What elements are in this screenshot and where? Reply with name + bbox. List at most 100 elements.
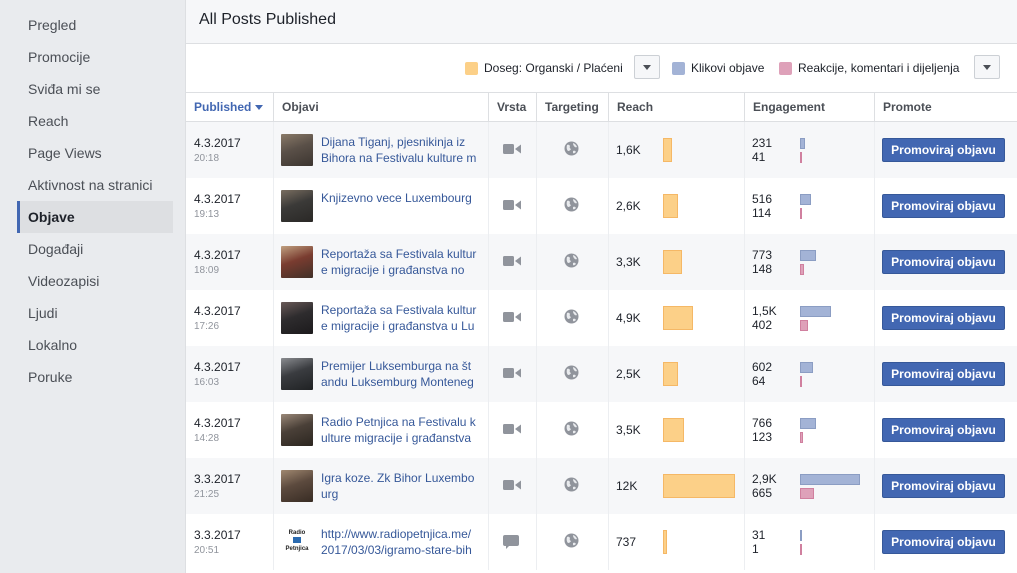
sidebar: Pregled Promocije Sviđa mi se Reach Page Vie… [0,0,185,573]
globe-icon [564,533,579,548]
reactions-bar [800,152,803,163]
cell-divider [744,178,745,234]
sidebar-item-doga-aji[interactable]: Događaji [17,233,173,265]
sidebar-item-promocije[interactable]: Promocije [17,41,173,73]
post-title-link[interactable]: http://www.radiopetnjica.me/ 2017/03/03/… [321,526,481,558]
cell-divider [874,346,875,402]
post-date: 3.3.2017 [194,528,241,542]
reach-value: 12K [616,479,638,493]
promote-post-button[interactable]: Promoviraj objavu [882,306,1005,330]
post-title-link[interactable]: Knjizevno vece Luxembourg [321,190,481,206]
cell-divider [874,122,875,178]
post-title-link[interactable]: Reportaža sa Festivala kultur e migracij… [321,302,481,334]
column-reach[interactable]: Reach [608,93,744,121]
post-date: 4.3.2017 [194,360,241,374]
reactions-bar [800,376,802,387]
reactions-bar [800,488,814,499]
promote-post-button[interactable]: Promoviraj objavu [882,418,1005,442]
sidebar-item-page-views[interactable]: Page Views [17,137,173,169]
reach-value: 2,6K [616,199,641,213]
legend-reactions-label: Reakcije, komentari i dijeljenja [798,61,960,75]
post-title-link[interactable]: Reportaža sa Festivala kultur e migracij… [321,246,481,278]
sidebar-item-objave[interactable]: Objave [17,201,173,233]
post-thumbnail[interactable] [281,470,313,502]
column-posts[interactable]: Objavi [273,93,488,121]
reach-bar [663,362,679,386]
post-title-link[interactable]: Dijana Tiganj, pjesnikinja iz Bihora na … [321,134,481,166]
clicks-bar [800,138,805,149]
post-time: 21:25 [194,489,220,500]
clicks-value: 766 [752,416,773,430]
reactions-bar [800,320,809,331]
sidebar-item-ljudi[interactable]: Ljudi [17,297,173,329]
sidebar-item-reach[interactable]: Reach [17,105,173,137]
post-date: 4.3.2017 [194,304,241,318]
reactions-value: 665 [752,486,773,500]
sidebar-item-poruke[interactable]: Poruke [17,361,173,393]
main-panel: All Posts Published Doseg: Organski / Pl… [185,0,1017,573]
cell-divider [608,178,609,234]
post-thumbnail[interactable] [281,414,313,446]
column-posts-label: Objavi [282,100,319,114]
reach-value: 737 [616,535,637,549]
post-time: 17:26 [194,321,220,332]
globe-icon [564,141,579,156]
reactions-swatch [779,61,792,75]
promote-post-button[interactable]: Promoviraj objavu [882,250,1005,274]
cell-divider [488,458,489,514]
page-title: All Posts Published [199,11,336,28]
sidebar-item-svi-a-mi-se[interactable]: Sviđa mi se [17,73,173,105]
video-camera-icon [503,480,521,490]
column-targeting[interactable]: Targeting [536,93,608,121]
post-time: 19:13 [194,209,220,220]
column-promote[interactable]: Promote [874,93,1017,121]
reach-bar [663,530,668,554]
table-row: 4.3.2017 16:03 Premijer Luksemburga na št … [186,346,1017,402]
clicks-value: 2,9K [752,472,777,486]
column-engagement[interactable]: Engagement [744,93,874,121]
post-thumbnail[interactable] [281,302,313,334]
sidebar-item-videozapisi[interactable]: Videozapisi [17,265,173,297]
reach-dropdown-button[interactable] [634,55,660,79]
post-thumbnail[interactable]: Radio Petnjica [281,526,313,558]
promote-post-button[interactable]: Promoviraj objavu [882,530,1005,554]
sidebar-item-aktivnost-na-stranici[interactable]: Aktivnost na stranici [17,169,173,201]
promote-post-button[interactable]: Promoviraj objavu [882,474,1005,498]
cell-divider [608,234,609,290]
sidebar-item-lokalno[interactable]: Lokalno [17,329,173,361]
svg-text:Petnjica: Petnjica [285,546,309,552]
post-thumbnail[interactable] [281,134,313,166]
clicks-bar [800,362,813,373]
cell-divider [608,290,609,346]
post-title-link[interactable]: Radio Petnjica na Festivalu k ulture mig… [321,414,481,446]
post-thumbnail[interactable] [281,358,313,390]
column-type[interactable]: Vrsta [488,93,536,121]
post-title-link[interactable]: Premijer Luksemburga na št andu Luksembu… [321,358,481,390]
reach-bar [663,474,735,498]
cell-divider [488,514,489,570]
promote-post-button[interactable]: Promoviraj objavu [882,194,1005,218]
column-published[interactable]: Published [186,93,273,121]
clicks-bar [800,250,817,261]
cell-divider [536,514,537,570]
cell-divider [536,346,537,402]
promote-post-button[interactable]: Promoviraj objavu [882,362,1005,386]
reach-bar [663,250,683,274]
post-title-link[interactable]: Igra koze. Zk Bihor Luxembo urg [321,470,481,502]
promote-post-button[interactable]: Promoviraj objavu [882,138,1005,162]
engagement-dropdown-button[interactable] [974,55,1000,79]
cell-divider [273,514,274,570]
column-published-label: Published [194,100,252,114]
post-date: 4.3.2017 [194,248,241,262]
cell-divider [874,178,875,234]
post-thumbnail[interactable] [281,246,313,278]
cell-divider [488,122,489,178]
post-time: 16:03 [194,377,220,388]
globe-icon [564,421,579,436]
globe-icon [564,309,579,324]
cell-divider [536,234,537,290]
reactions-bar [800,432,803,443]
post-thumbnail[interactable] [281,190,313,222]
cell-divider [744,346,745,402]
sidebar-item-pregled[interactable]: Pregled [17,9,173,41]
